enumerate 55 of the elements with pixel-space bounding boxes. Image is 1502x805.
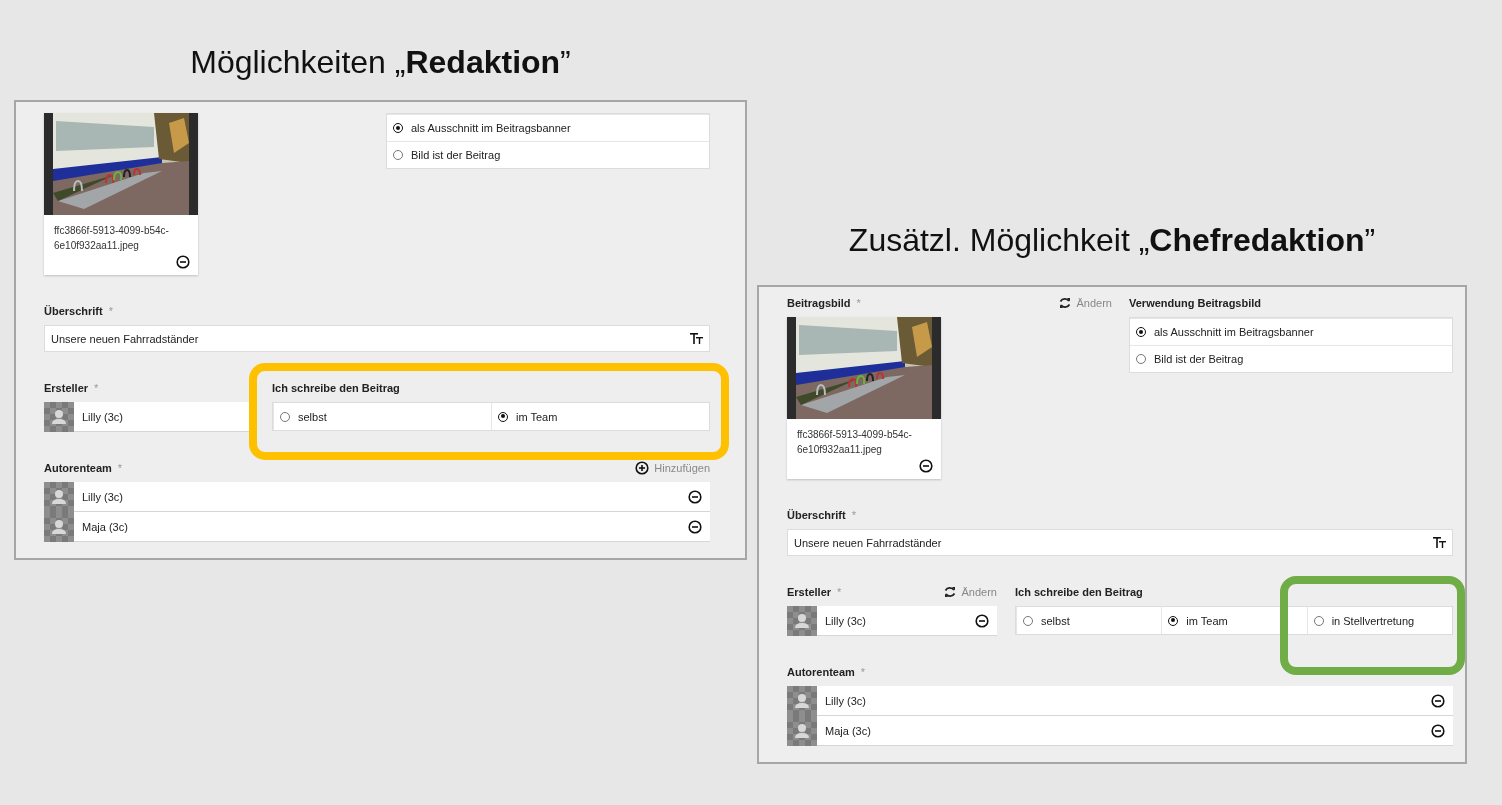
slide-heading: Zusätzl. Möglichkeit „Chefredaktion” [848, 222, 1376, 259]
remove-icon [688, 519, 702, 534]
field-label: Überschrift [787, 509, 846, 521]
radio-option[interactable]: selbst [1016, 607, 1162, 634]
remove-icon [1431, 723, 1445, 738]
text-size-icon [690, 332, 703, 345]
radio-option[interactable]: als Ausschnitt im Beitragsbanner [1130, 318, 1452, 345]
slide-heading: Möglichkeiten „Redaktion” [190, 44, 571, 81]
avatar-icon [44, 481, 74, 512]
required-mark: * [94, 382, 99, 394]
avatar-icon [787, 685, 817, 716]
radio-option[interactable]: als Ausschnitt im Beitragsbanner [387, 114, 709, 141]
remove-icon [1431, 693, 1445, 708]
author-row[interactable]: Maja (3c) [787, 716, 1453, 746]
remove-icon[interactable] [176, 255, 190, 269]
radio-option[interactable]: Bild ist der Beitrag [387, 141, 709, 168]
radio-option[interactable]: in Stellvertretung [1306, 607, 1452, 634]
required-mark: * [860, 666, 866, 678]
refresh-icon [1057, 296, 1072, 310]
field-label: Beitragsbild [787, 297, 851, 309]
remove-icon [688, 489, 702, 504]
field-label: Autorenteam [787, 666, 855, 678]
radio-option[interactable]: im Team [491, 403, 709, 430]
author-row[interactable]: Lilly (3c) [44, 482, 710, 512]
required-mark: * [856, 297, 861, 309]
required-mark: * [851, 509, 856, 521]
radio-option[interactable]: im Team [1161, 607, 1307, 634]
remove-icon[interactable] [919, 459, 933, 473]
field-label: Ich schreibe den Beitrag [1015, 586, 1143, 598]
field-label: Verwendung Beitragsbild [1129, 297, 1262, 309]
required-mark: * [117, 462, 123, 474]
refresh-icon [942, 585, 957, 599]
radio-option[interactable]: Bild ist der Beitrag [1130, 345, 1452, 372]
text-size-icon [1433, 536, 1446, 549]
avatar-icon [787, 605, 817, 636]
creator-field[interactable]: Lilly (3c) [787, 606, 997, 636]
avatar-icon [44, 401, 74, 432]
avatar-icon [787, 715, 817, 746]
required-mark: * [837, 586, 842, 598]
field-label: Überschrift [44, 305, 103, 317]
field-label: Ich schreibe den Beitrag [272, 382, 400, 394]
add-icon [635, 461, 650, 475]
headline-field[interactable]: Unsere neuen Fahrradständer [44, 325, 710, 352]
author-row[interactable]: Maja (3c) [44, 512, 710, 542]
required-mark: * [108, 305, 113, 317]
file-name: ffc3866f-5913-4099-b54c-6e10f932aa11.jpeg [796, 428, 913, 457]
file-name: ffc3866f-5913-4099-b54c-6e10f932aa11.jpeg [53, 224, 170, 253]
field-label: Autorenteam [44, 462, 112, 474]
field-label: Ersteller [44, 382, 89, 394]
remove-icon [975, 613, 989, 628]
field-label: Ersteller [787, 586, 832, 598]
author-row[interactable]: Lilly (3c) [787, 686, 1453, 716]
headline-field[interactable]: Unsere neuen Fahrradständer [787, 529, 1453, 556]
avatar-icon [44, 511, 74, 542]
radio-option[interactable]: selbst [273, 403, 491, 430]
